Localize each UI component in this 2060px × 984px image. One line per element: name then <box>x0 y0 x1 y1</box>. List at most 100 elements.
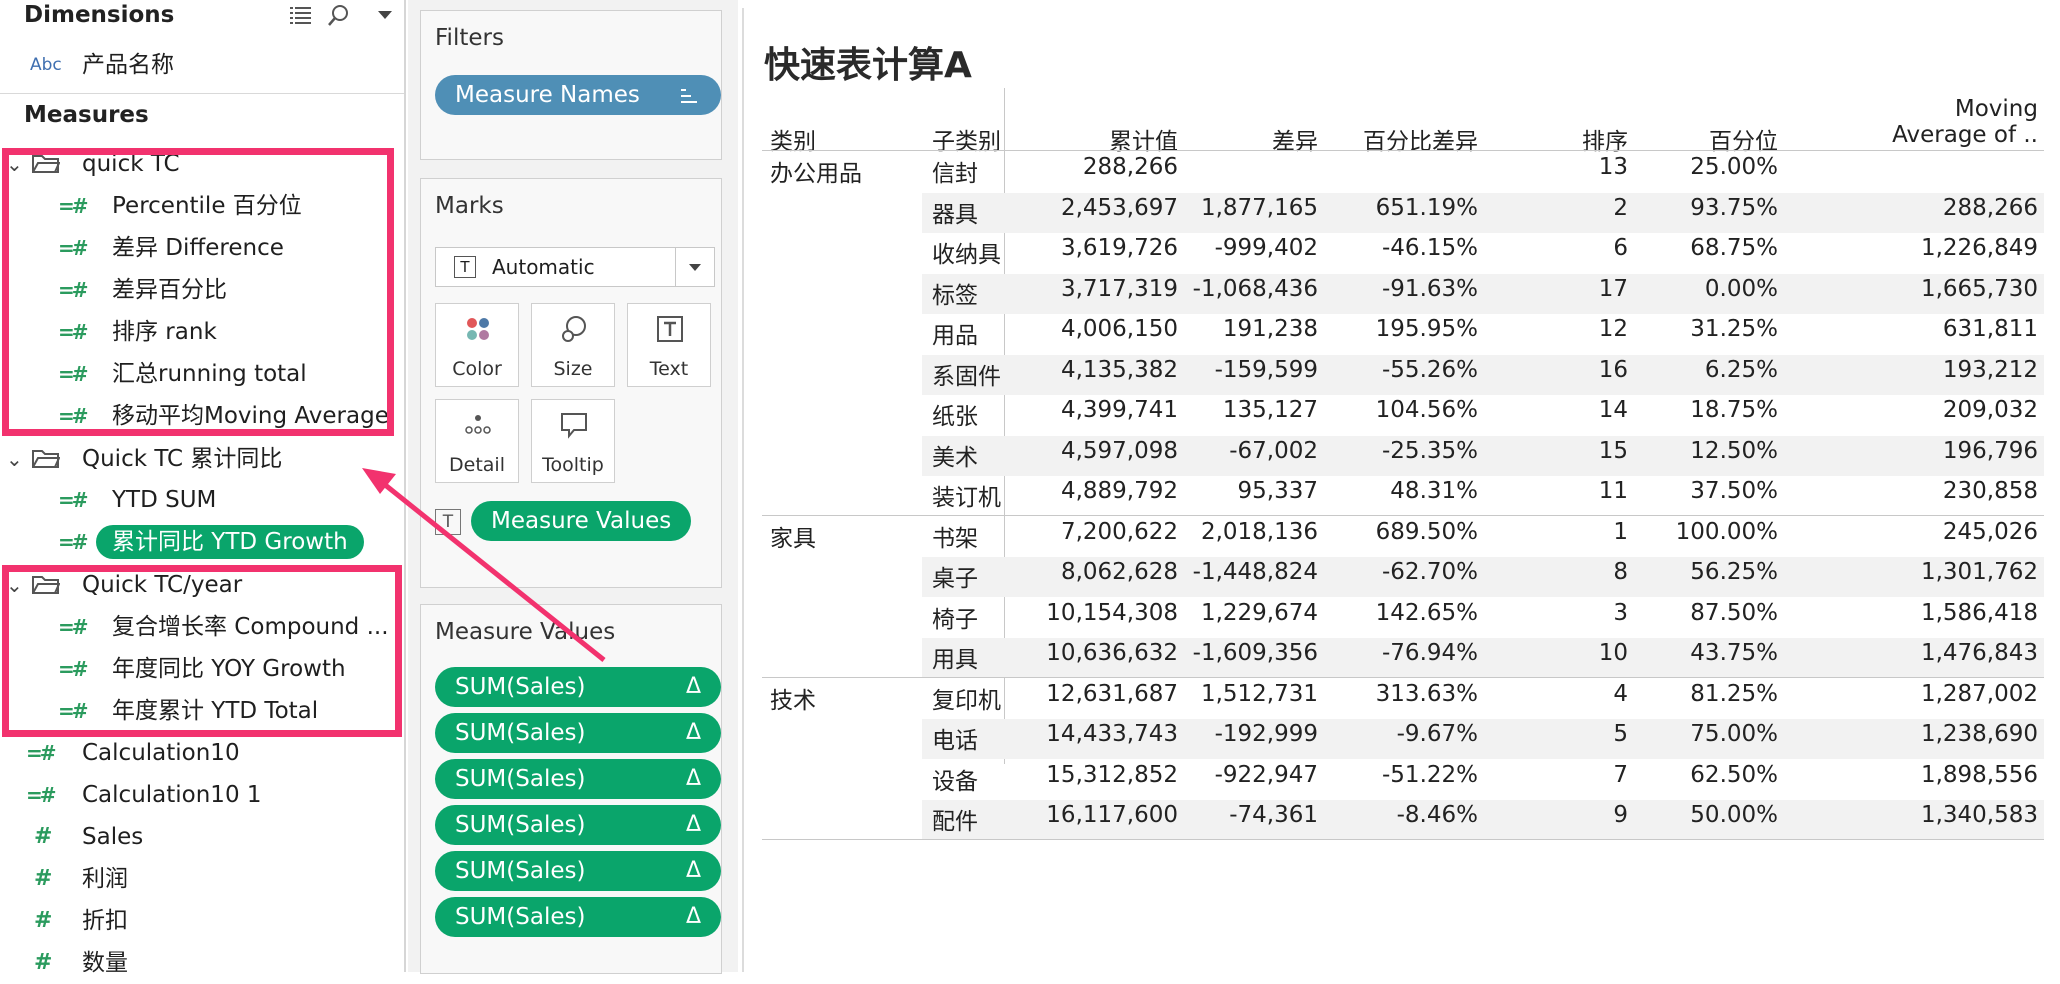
field-label: 利润 <box>82 866 128 892</box>
value-cell: -91.63% <box>1382 275 1478 302</box>
measure-field[interactable]: =# 年度累计 YTD Total <box>0 690 404 732</box>
measure-field[interactable]: =# 差异 Difference <box>0 227 404 269</box>
value-cell: 209,032 <box>1942 397 2038 423</box>
field-label: Calculation10 <box>82 740 240 766</box>
size-button[interactable]: Size <box>531 303 615 387</box>
value-cell: 10,154,308 <box>1046 599 1178 626</box>
mark-type-dropdown[interactable]: T Automatic <box>435 247 715 287</box>
delta-icon: Δ <box>685 720 701 745</box>
color-button[interactable]: Color <box>435 303 519 387</box>
search-icon[interactable] <box>326 2 352 28</box>
field-label: 年度同比 YOY Growth <box>112 656 346 682</box>
measure-field[interactable]: =# 年度同比 YOY Growth <box>0 648 404 690</box>
sheet-title: 快速表计算A <box>764 45 972 86</box>
measure-field[interactable]: =# Calculation10 <box>0 732 404 774</box>
measure-field[interactable]: =# Percentile 百分位 <box>0 185 404 227</box>
sum-sales-pill[interactable]: SUM(Sales) Δ <box>435 805 721 845</box>
chevron-down-icon[interactable] <box>675 248 714 286</box>
sum-sales-pill[interactable]: SUM(Sales) Δ <box>435 759 721 799</box>
sum-sales-pill[interactable]: SUM(Sales) Δ <box>435 667 721 707</box>
measure-field[interactable]: =# 移动平均Moving Average <box>0 395 404 437</box>
value-cell: 31.25% <box>1690 316 1778 342</box>
folder-quick-tc[interactable]: ⌄ quick TC <box>0 143 404 185</box>
pill-label: Measure Values <box>491 508 672 534</box>
calculated-measure-icon: =# <box>58 404 88 428</box>
sum-sales-pill[interactable]: SUM(Sales) Δ <box>435 851 721 891</box>
text-button[interactable]: Text <box>627 303 711 387</box>
value-cell: 1,301,762 <box>1920 559 2038 585</box>
filters-card[interactable]: Filters Measure Names <box>420 10 722 160</box>
value-cell: 25.00% <box>1690 154 1778 180</box>
value-cell: 5 <box>1613 721 1628 747</box>
data-pane: Dimensions Abc 产品名称 Measures ⌄ quick TC … <box>0 0 406 976</box>
measure-values-pill[interactable]: Measure Values <box>471 501 691 541</box>
value-cell: 4,597,098 <box>1060 437 1178 464</box>
field-label: 折扣 <box>82 908 128 934</box>
pill-label: Measure Names <box>455 82 640 108</box>
shelves-panel: Filters Measure Names Marks T Automatic … <box>408 0 738 974</box>
value-cell: 1,340,583 <box>1920 802 2038 828</box>
measure-field[interactable]: # 数量 <box>0 942 404 984</box>
value-cell: 0.00% <box>1704 275 1778 302</box>
folder-quick-tc-ytd[interactable]: ⌄ Quick TC 累计同比 <box>0 438 404 480</box>
field-label: Percentile 百分位 <box>112 193 302 219</box>
measure-names-pill[interactable]: Measure Names <box>435 75 721 115</box>
value-cell: 16,117,600 <box>1046 802 1178 828</box>
measure-field[interactable]: =# 差异百分比 <box>0 269 404 311</box>
measure-field-selected[interactable]: =# 累计同比 YTD Growth <box>0 521 404 563</box>
field-label: 产品名称 <box>82 52 174 78</box>
divider <box>0 93 404 94</box>
dimension-field[interactable]: Abc 产品名称 <box>0 44 404 86</box>
value-cell: 3,619,726 <box>1060 235 1178 261</box>
value-cell: 1,898,556 <box>1920 761 2038 788</box>
value-cell: 1,877,165 <box>1200 194 1318 221</box>
measure-icon: # <box>34 908 53 933</box>
measure-field[interactable]: # 折扣 <box>0 900 404 942</box>
measure-field[interactable]: # Sales <box>0 816 404 858</box>
calculated-measure-icon: =# <box>58 615 88 639</box>
calculated-measure-icon: =# <box>26 741 56 765</box>
calculated-measure-icon: =# <box>58 657 88 681</box>
value-cell: 12.50% <box>1690 437 1778 464</box>
measure-field[interactable]: =# 复合增长率 Compound ... <box>0 606 404 648</box>
value-cell: 11 <box>1598 478 1628 504</box>
calculated-measure-icon: =# <box>58 488 88 512</box>
value-cell: 7,200,622 <box>1060 518 1178 545</box>
value-cell: -159,599 <box>1214 356 1318 383</box>
detail-button[interactable]: Detail <box>435 399 519 483</box>
chevron-down-icon[interactable]: ⌄ <box>6 143 23 185</box>
detail-icon <box>465 415 491 434</box>
pill-label: SUM(Sales) <box>455 858 586 884</box>
tooltip-button[interactable]: Tooltip <box>531 399 615 483</box>
value-cell: 15,312,852 <box>1046 761 1178 788</box>
value-cell: 10,636,632 <box>1046 640 1178 666</box>
measure-field[interactable]: =# YTD SUM <box>0 479 404 521</box>
measure-field[interactable]: =# 排序 rank <box>0 311 404 353</box>
button-label: Color <box>452 358 502 380</box>
calculated-measure-icon: =# <box>26 783 56 807</box>
dimensions-title: Dimensions <box>24 2 175 28</box>
chevron-down-icon[interactable]: ⌄ <box>6 564 23 606</box>
chevron-down-icon[interactable] <box>372 2 398 28</box>
value-cell: 50.00% <box>1690 802 1778 828</box>
value-cell: 9 <box>1613 802 1628 828</box>
button-label: Detail <box>449 454 505 476</box>
pill-label: SUM(Sales) <box>455 812 586 838</box>
list-view-icon[interactable] <box>288 2 314 28</box>
measure-field[interactable]: =# 汇总running total <box>0 353 404 395</box>
measure-field[interactable]: # 利润 <box>0 858 404 900</box>
value-cell: 14 <box>1598 397 1628 423</box>
folder-label: Quick TC 累计同比 <box>82 446 283 472</box>
chevron-down-icon[interactable]: ⌄ <box>6 438 23 480</box>
column-header: Average of .. <box>1892 122 2038 148</box>
value-cell: 81.25% <box>1690 680 1778 707</box>
value-cell: 4,399,741 <box>1060 397 1178 423</box>
measure-field[interactable]: =# Calculation10 1 <box>0 774 404 816</box>
sum-sales-pill[interactable]: SUM(Sales) Δ <box>435 713 721 753</box>
field-label: 数量 <box>82 950 128 976</box>
folder-quick-tc-year[interactable]: ⌄ Quick TC/year <box>0 564 404 606</box>
text-shelf-icon: T <box>435 509 461 535</box>
value-cell: 1,586,418 <box>1920 599 2038 626</box>
sum-sales-pill[interactable]: SUM(Sales) Δ <box>435 897 721 937</box>
value-cell: -25.35% <box>1382 437 1478 464</box>
